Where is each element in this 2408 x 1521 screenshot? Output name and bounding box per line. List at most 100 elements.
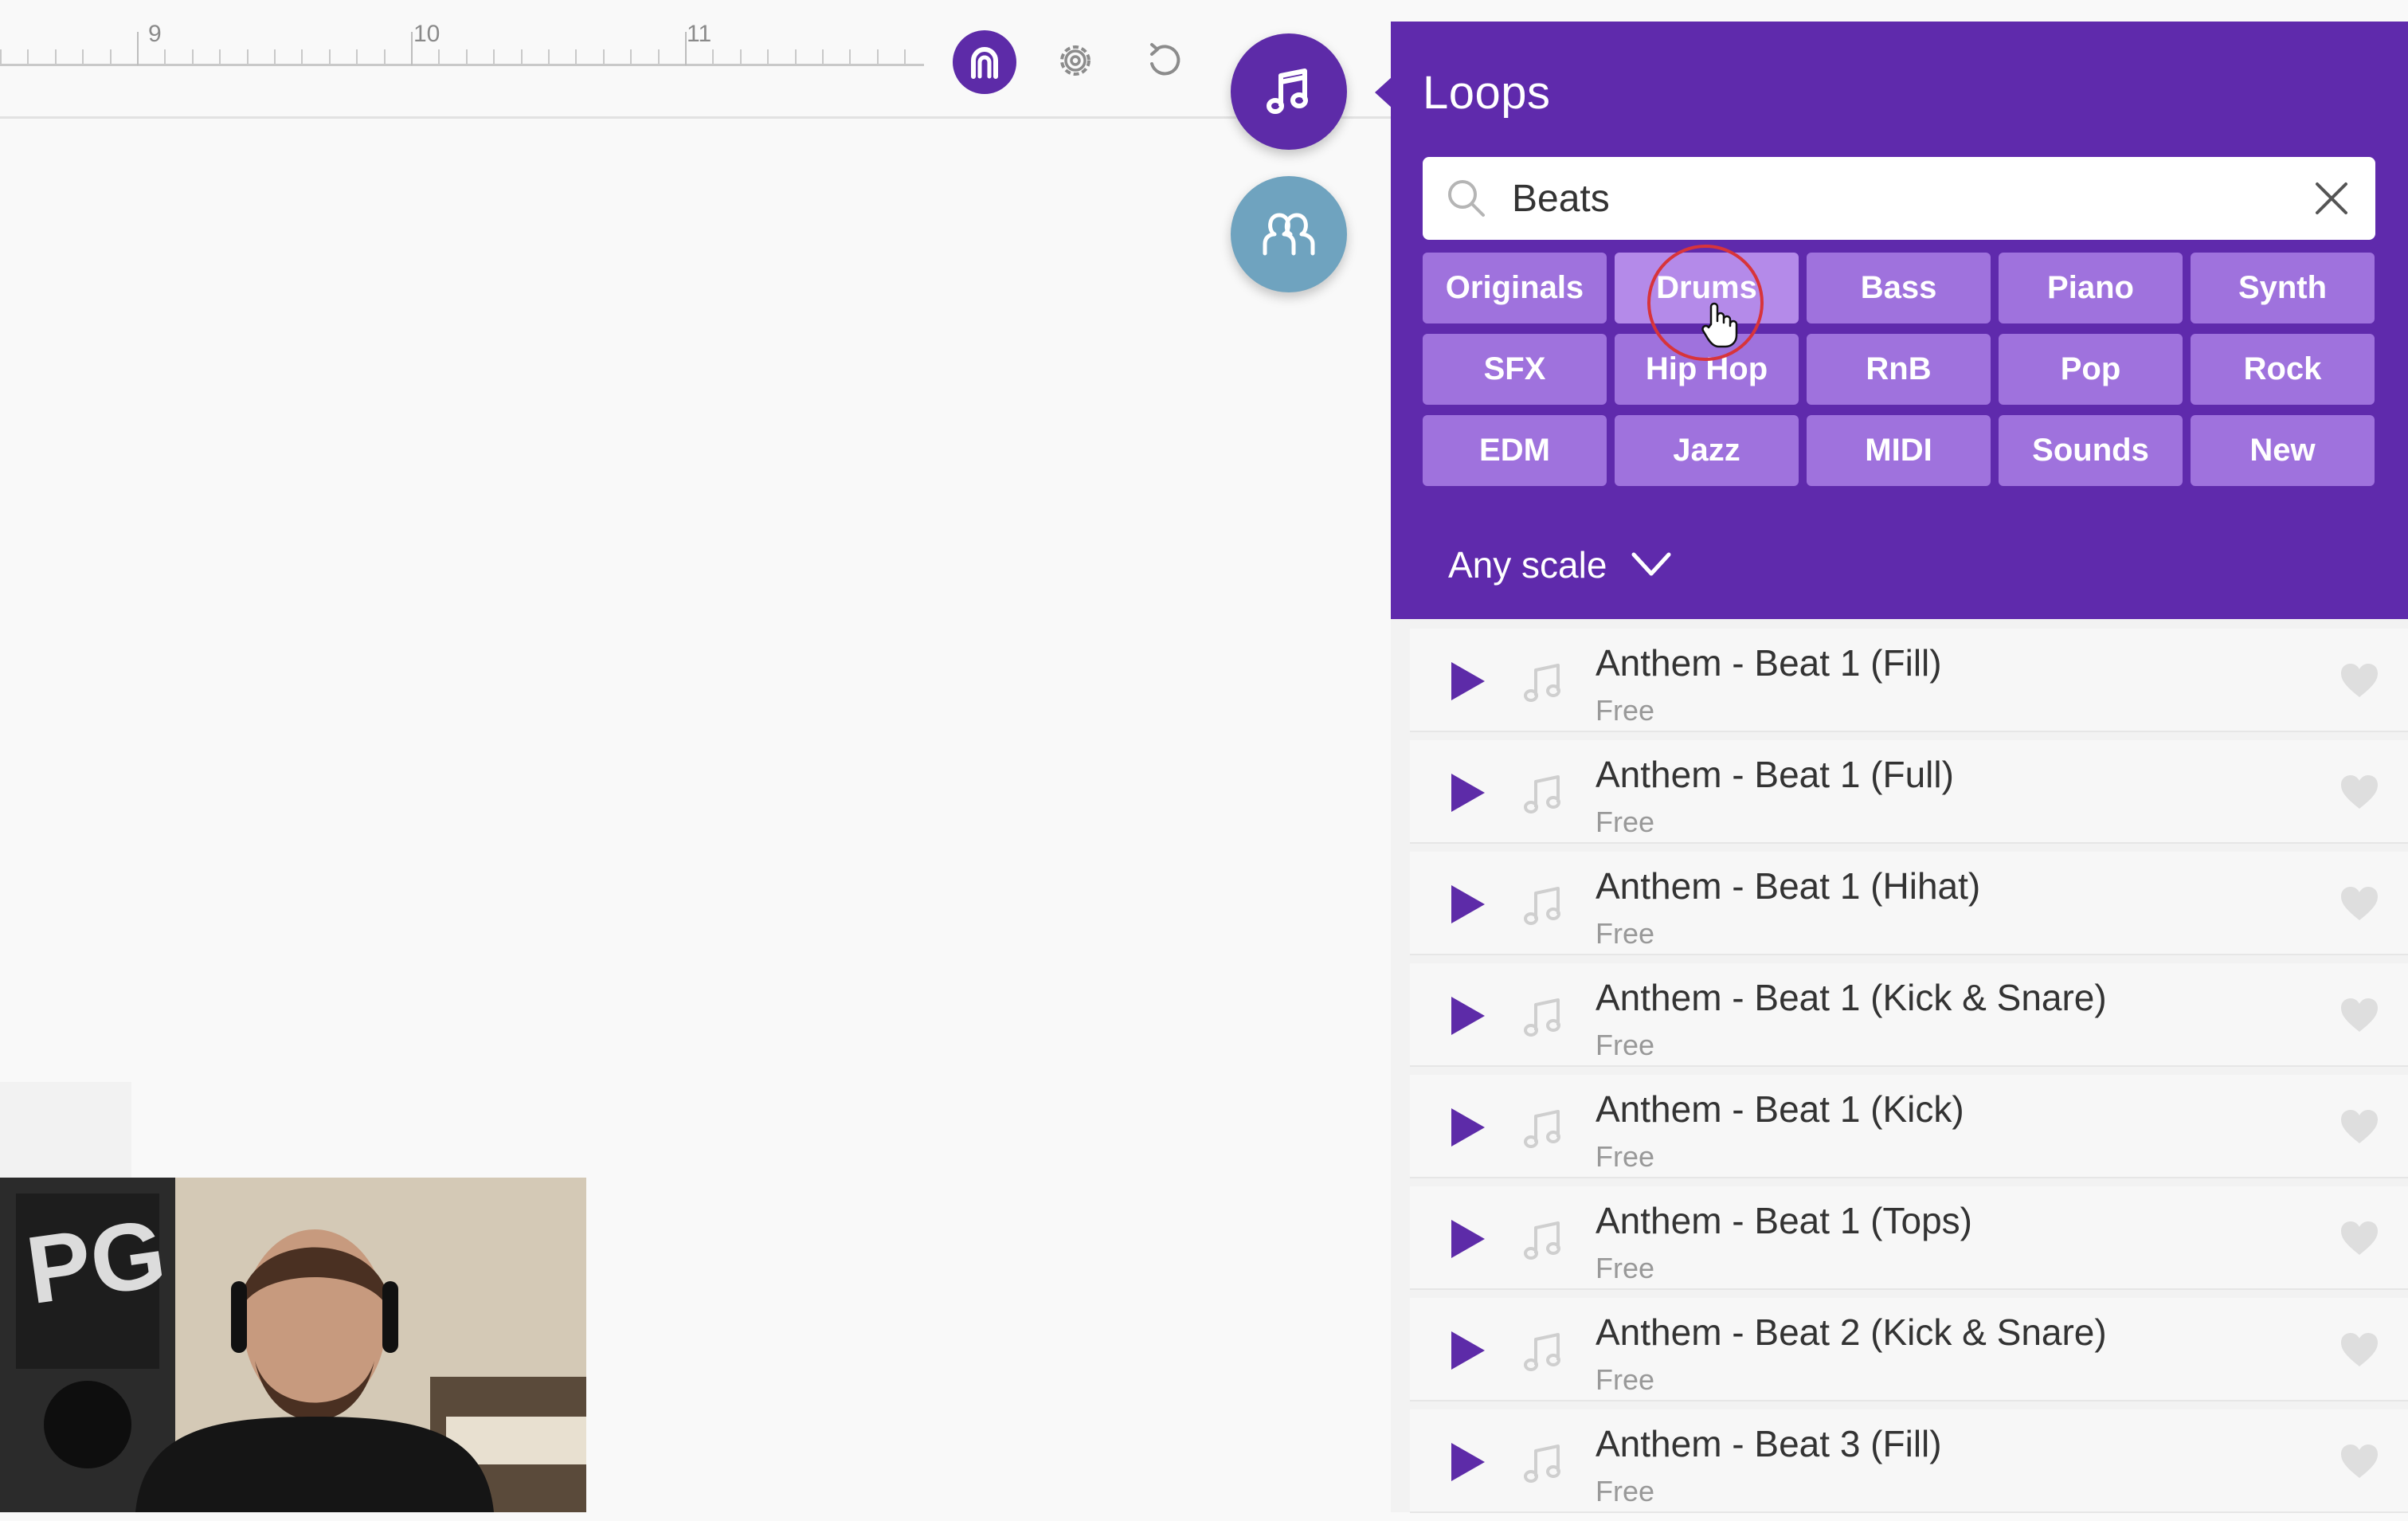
settings-button[interactable] [1050,35,1101,86]
genre-button-piano[interactable]: Piano [1999,253,2183,323]
ruler-major-tick [411,32,413,65]
play-icon[interactable] [1448,882,1488,927]
heart-icon[interactable] [2339,1443,2379,1480]
genre-button-bass[interactable]: Bass [1807,253,1991,323]
loop-price: Free [1596,1140,1655,1173]
ruler-tick [767,49,769,65]
genre-button-originals[interactable]: Originals [1423,253,1607,323]
genre-button-rock[interactable]: Rock [2191,334,2375,405]
genre-button-synth[interactable]: Synth [2191,253,2375,323]
loop-list-item[interactable]: Anthem - Beat 1 (Kick) Free [1410,1075,2408,1178]
genre-button-pop[interactable]: Pop [1999,334,2183,405]
music-note-icon [1524,887,1560,925]
search-bar [1423,157,2375,240]
heart-icon[interactable] [2339,997,2379,1033]
loop-list-item[interactable]: Anthem - Beat 3 (Fill) Free [1410,1409,2408,1513]
heart-icon[interactable] [2339,1331,2379,1368]
webcam-overlay: PG [0,1178,586,1512]
music-note-icon [1524,1221,1560,1260]
ruler-tick [0,49,2,65]
loop-list-item[interactable]: Anthem - Beat 1 (Fill) Free [1410,629,2408,732]
play-icon[interactable] [1448,1217,1488,1261]
faded-region [0,1082,131,1178]
play-icon[interactable] [1448,770,1488,815]
ruler-tick [603,49,605,65]
loop-list-item[interactable]: Anthem - Beat 1 (Hihat) Free [1410,852,2408,955]
ruler-major-tick [137,32,139,65]
clear-search-button[interactable] [2288,157,2375,240]
ruler-tick [658,49,660,65]
play-icon[interactable] [1448,1328,1488,1373]
genre-button-edm[interactable]: EDM [1423,415,1607,486]
ruler-tick [712,49,714,65]
chevron-down-icon [1631,552,1671,576]
heart-icon[interactable] [2339,774,2379,810]
heart-icon[interactable] [2339,1220,2379,1256]
play-icon[interactable] [1448,1440,1488,1484]
ruler-tick [849,49,851,65]
ruler-tick [795,49,797,65]
genre-button-new[interactable]: New [2191,415,2375,486]
ruler-line [0,64,924,66]
loop-price: Free [1596,806,1655,838]
music-note-icon [1524,998,1560,1037]
ruler-tick [27,49,29,65]
music-note-icon [1524,1445,1560,1483]
ruler-tick [301,49,303,65]
webcam-feed-image: PG [0,1178,586,1512]
play-icon[interactable] [1448,659,1488,704]
redo-button[interactable] [1139,35,1190,86]
music-note-icon [1267,69,1308,114]
play-icon[interactable] [1448,994,1488,1038]
loop-mode-button[interactable] [953,30,1016,94]
loop-list-item[interactable]: Anthem - Beat 1 (Tops) Free [1410,1186,2408,1290]
ruler-label: 11 [687,21,712,47]
genre-button-sfx[interactable]: SFX [1423,334,1607,405]
music-note-icon [1524,1333,1560,1371]
loop-price: Free [1596,1363,1655,1396]
loop-list-item[interactable]: Anthem - Beat 1 (Kick & Snare) Free [1410,963,2408,1067]
loop-title: Anthem - Beat 1 (Kick & Snare) [1596,977,2107,1018]
loop-title: Anthem - Beat 2 (Kick & Snare) [1596,1311,2107,1353]
ruler-tick [904,49,906,65]
loops-panel-button[interactable] [1231,33,1347,150]
ruler-tick [877,49,879,65]
ruler-tick [493,49,495,65]
ruler-tick [822,49,824,65]
genre-button-hip-hop[interactable]: Hip Hop [1615,334,1799,405]
search-input[interactable] [1510,175,2288,221]
genre-button-jazz[interactable]: Jazz [1615,415,1799,486]
loop-list-item[interactable]: Anthem - Beat 2 (Kick & Snare) Free [1410,1298,2408,1401]
loop-list: Anthem - Beat 1 (Fill) Free Anthem - Beat … [1410,629,2408,1521]
ruler-tick [740,49,742,65]
genre-button-rnb[interactable]: RnB [1807,334,1991,405]
genre-button-drums[interactable]: Drums [1615,253,1799,323]
loop-list-item[interactable]: Anthem - Beat 1 (Full) Free [1410,740,2408,844]
loop-title: Anthem - Beat 1 (Full) [1596,754,1954,795]
ruler-tick [274,49,276,65]
music-note-icon [1524,664,1560,702]
ruler-label: 9 [148,21,162,47]
search-icon [1448,180,1485,217]
ruler-tick [110,49,112,65]
scale-select[interactable]: Any scale [1448,543,1672,586]
loops-panel-header: Loops Originals Drums Bass Piano Synth S… [1391,22,2408,619]
ruler-tick [329,49,331,65]
loops-panel: Loops Originals Drums Bass Piano Synth S… [1391,22,2408,1513]
ruler-tick [192,49,194,65]
genre-button-midi[interactable]: MIDI [1807,415,1991,486]
heart-icon[interactable] [2339,662,2379,699]
genre-button-sounds[interactable]: Sounds [1999,415,2183,486]
play-icon[interactable] [1448,1105,1488,1150]
genre-filter-grid: Originals Drums Bass Piano Synth SFX Hip… [1423,253,2377,486]
loop-title: Anthem - Beat 1 (Tops) [1596,1200,1972,1241]
loop-mode-icon [971,47,998,79]
collaborators-button[interactable] [1231,176,1347,292]
heart-icon[interactable] [2339,885,2379,922]
heart-icon[interactable] [2339,1108,2379,1145]
loop-title: Anthem - Beat 1 (Kick) [1596,1088,1964,1130]
ruler-tick [630,49,632,65]
ruler-tick [247,49,249,65]
ruler-label: 10 [413,21,440,47]
ruler-tick [384,49,386,65]
